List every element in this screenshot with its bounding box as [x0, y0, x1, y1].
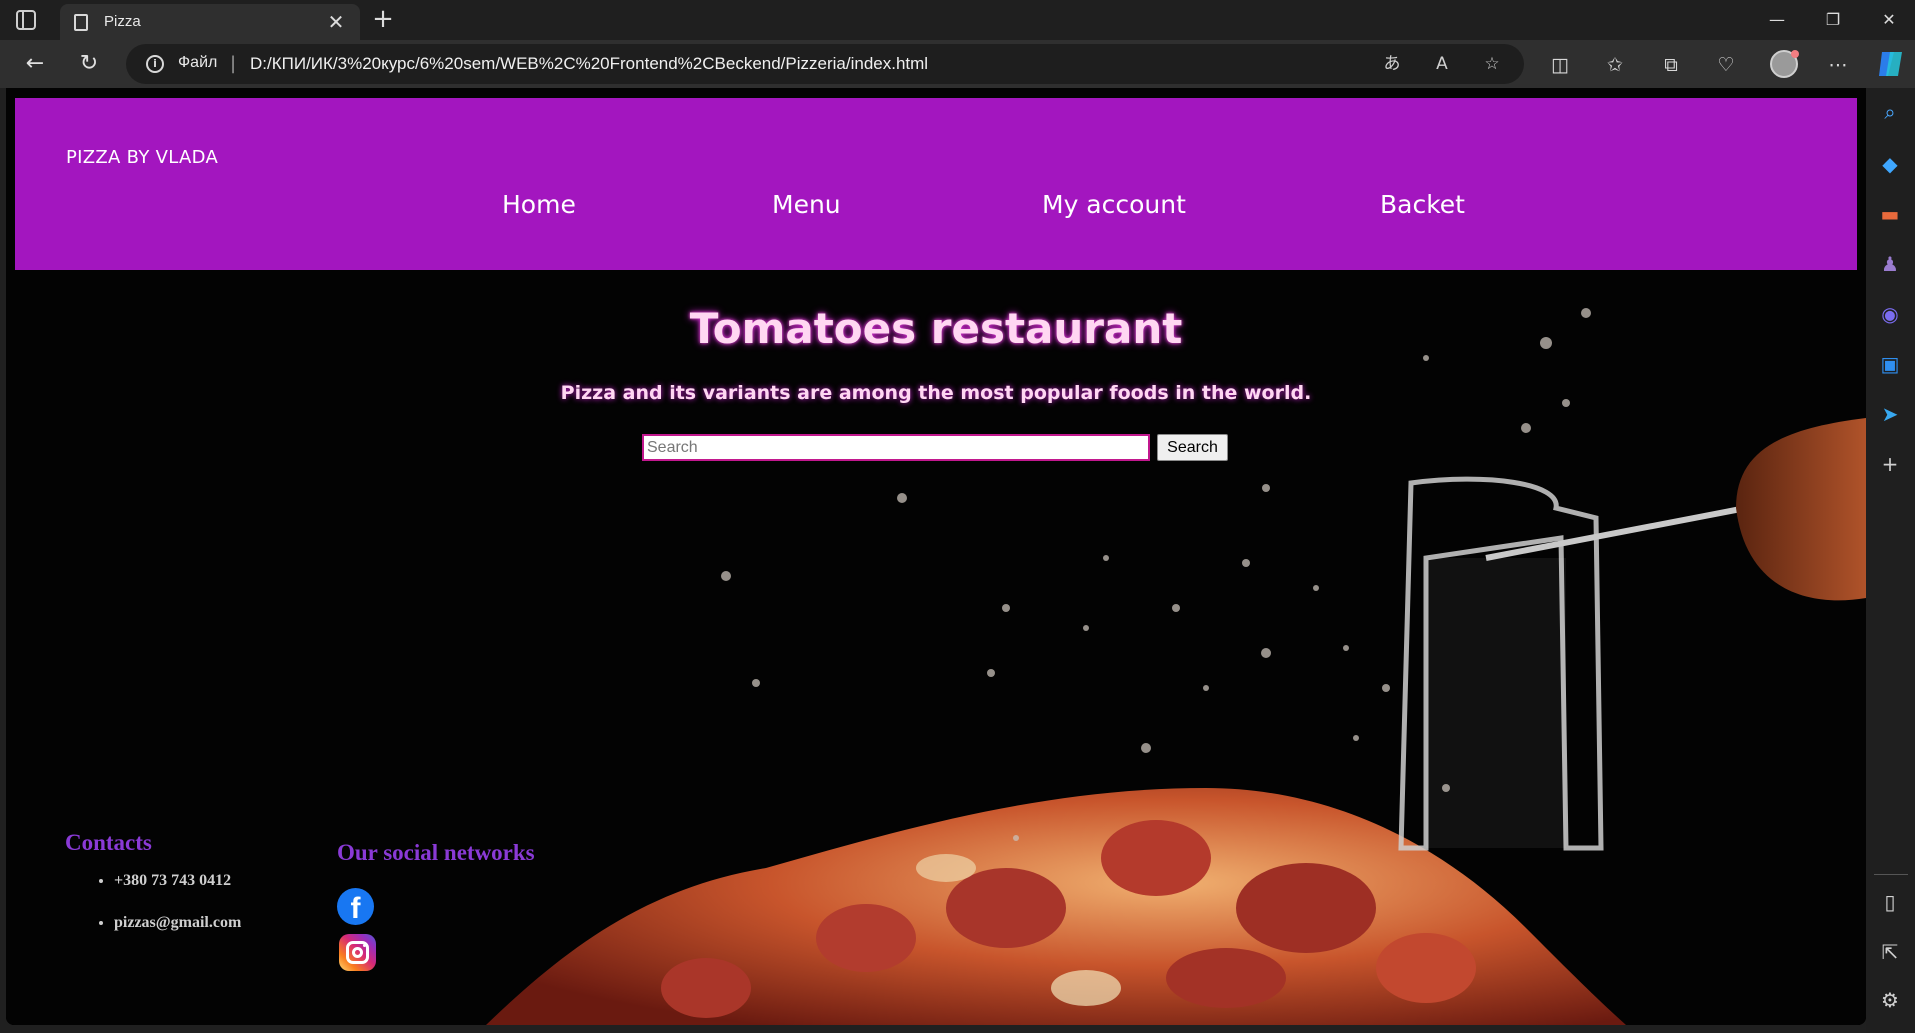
browser-tab[interactable]: Pizza ✕ — [60, 4, 360, 40]
browser-tab-bar: Pizza ✕ + — ❐ ✕ — [0, 0, 1915, 40]
favorites-icon[interactable]: ✩ — [1600, 50, 1630, 80]
nav-link-home[interactable]: Home — [502, 190, 576, 219]
nav-link-my-account[interactable]: My account — [1042, 190, 1186, 219]
page-icon — [74, 14, 88, 31]
contact-email: pizzas@gmail.com — [114, 914, 241, 932]
nav-link-backet[interactable]: Backet — [1380, 190, 1465, 219]
new-tab-plus-icon[interactable]: + — [368, 5, 398, 35]
nav-link-menu[interactable]: Menu — [772, 190, 841, 219]
minimize-icon[interactable]: — — [1754, 6, 1800, 34]
send-icon[interactable]: ➤ — [1876, 400, 1904, 428]
browser-toolbar: ← ↻ i Файл | D:/КПИ/ИК/3%20курс/6%20sem/… — [0, 40, 1915, 88]
address-url[interactable]: D:/КПИ/ИК/3%20курс/6%20sem/WEB%2C%20Fron… — [250, 54, 928, 74]
settings-icon[interactable]: ⚙ — [1876, 986, 1904, 1014]
sidebar-divider — [1874, 874, 1908, 875]
instagram-lens — [352, 947, 363, 958]
site-header: PIZZA BY VLADA Home Menu My account Back… — [15, 98, 1857, 270]
hero-subtitle: Pizza and its variants are among the mos… — [560, 382, 1312, 404]
plus-icon[interactable]: + — [1876, 450, 1904, 478]
address-separator: | — [230, 53, 237, 74]
edge-sidebar: ⌕ ◆ ▬ ♟ ◉ ▣ ➤ + ▯ ⇱ ⚙ — [1866, 88, 1915, 1033]
search-icon[interactable]: ⌕ — [1876, 98, 1904, 126]
translate-icon[interactable]: あ — [1378, 52, 1406, 76]
star-icon[interactable]: ☆ — [1478, 52, 1506, 76]
hero-title: Tomatoes restaurant — [689, 304, 1183, 353]
outlook-icon[interactable]: ▣ — [1876, 350, 1904, 378]
shopping-tag-icon[interactable]: ◆ — [1876, 150, 1904, 178]
read-aloud-icon[interactable]: A — [1428, 52, 1456, 76]
contacts-heading: Contacts — [65, 830, 152, 855]
tab-title: Pizza — [104, 13, 141, 30]
avatar-icon[interactable] — [1770, 50, 1799, 78]
contacts-list: +380 73 743 0412 pizzas@gmail.com — [96, 872, 241, 956]
sidebar-toggle-icon[interactable]: ▯ — [1876, 888, 1904, 916]
copilot-icon[interactable] — [1876, 46, 1906, 82]
instagram-icon[interactable] — [339, 934, 376, 971]
heart-pulse-icon[interactable]: ♡ — [1711, 50, 1741, 80]
close-window-icon[interactable]: ✕ — [1866, 6, 1912, 34]
copilot-icon[interactable]: ◉ — [1876, 300, 1904, 328]
restore-icon[interactable]: ❐ — [1810, 6, 1856, 34]
address-scheme: Файл — [178, 54, 218, 71]
refresh-icon[interactable]: ↻ — [72, 48, 106, 82]
search-button[interactable]: Search — [1157, 434, 1228, 461]
collections-icon[interactable]: ⧉ — [1656, 50, 1686, 80]
facebook-icon[interactable]: f — [337, 888, 374, 925]
split-screen-icon[interactable]: ◫ — [1545, 50, 1575, 80]
contact-phone: +380 73 743 0412 — [114, 872, 241, 890]
games-icon[interactable]: ♟ — [1876, 250, 1904, 278]
toolbox-icon[interactable]: ▬ — [1876, 200, 1904, 228]
tab-actions-icon[interactable] — [16, 10, 36, 30]
close-tab-icon[interactable]: ✕ — [324, 10, 348, 34]
page-viewport: PIZZA BY VLADA Home Menu My account Back… — [6, 88, 1866, 1025]
brand-logo-text[interactable]: PIZZA BY VLADA — [66, 147, 218, 168]
ellipsis-icon[interactable]: ⋯ — [1823, 50, 1853, 80]
back-arrow-icon[interactable]: ← — [18, 48, 52, 82]
instagram-dot — [363, 944, 366, 947]
address-bar[interactable]: i Файл | D:/КПИ/ИК/3%20курс/6%20sem/WEB%… — [126, 44, 1524, 84]
info-icon[interactable]: i — [146, 55, 164, 73]
search-input[interactable] — [642, 434, 1150, 461]
open-external-icon[interactable]: ⇱ — [1876, 938, 1904, 966]
social-networks-heading: Our social networks — [337, 840, 535, 865]
